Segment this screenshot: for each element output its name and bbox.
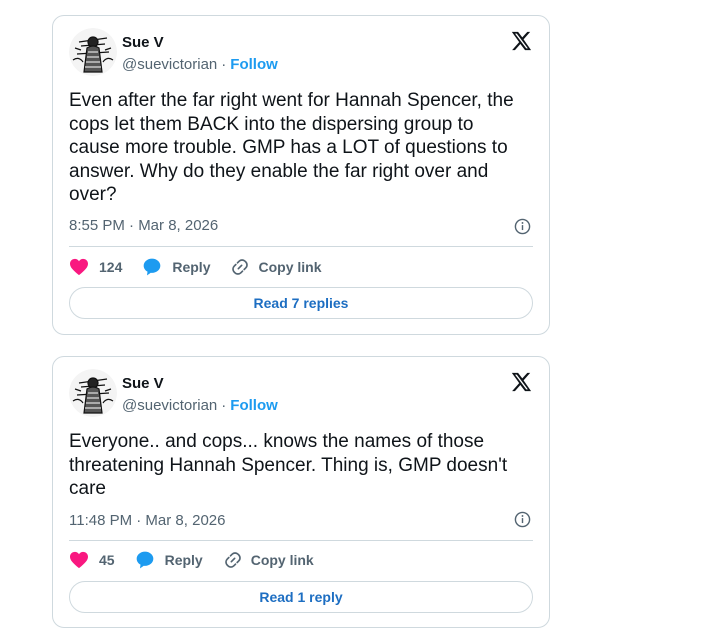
tweet-card[interactable]: Sue V @suevictorian · Follow Everyone.. an… xyxy=(52,356,550,628)
link-icon xyxy=(232,259,249,275)
heart-icon xyxy=(70,258,88,276)
x-logo-icon[interactable] xyxy=(510,371,532,393)
avatar[interactable] xyxy=(69,369,117,417)
reply-button[interactable]: Reply xyxy=(142,257,210,277)
follow-link[interactable]: Follow xyxy=(230,397,278,414)
separator: · xyxy=(221,397,227,414)
follow-link[interactable]: Follow xyxy=(230,56,278,73)
divider xyxy=(69,540,533,541)
reply-bubble-icon xyxy=(136,551,153,569)
author-name[interactable]: Sue V xyxy=(122,33,164,53)
tweet-timestamp[interactable]: 11:48 PM · Mar 8, 2026 xyxy=(69,511,225,531)
copy-link-button[interactable]: Copy link xyxy=(223,550,314,570)
info-icon[interactable] xyxy=(514,218,531,235)
separator: · xyxy=(221,56,227,73)
like-count: 45 xyxy=(99,552,115,568)
reply-bubble-icon xyxy=(144,258,161,276)
copy-link-label: Copy link xyxy=(258,259,322,275)
read-replies-button[interactable]: Read 1 reply xyxy=(69,581,533,613)
info-icon[interactable] xyxy=(514,511,531,528)
divider xyxy=(69,246,533,247)
avatar[interactable] xyxy=(69,28,117,76)
heart-icon xyxy=(70,551,88,569)
handle-row: @suevictorian · Follow xyxy=(122,55,278,75)
read-replies-button[interactable]: Read 7 replies xyxy=(69,287,533,319)
x-logo-icon[interactable] xyxy=(510,30,532,52)
like-button[interactable]: 45 xyxy=(69,551,115,569)
copy-link-label: Copy link xyxy=(250,552,314,568)
reply-label: Reply xyxy=(164,552,203,568)
reply-button[interactable]: Reply xyxy=(135,550,203,570)
link-icon xyxy=(224,552,241,568)
like-button[interactable]: 124 xyxy=(69,258,122,276)
author-handle[interactable]: @suevictorian xyxy=(122,56,217,73)
action-bar: 124 Reply Copy link xyxy=(69,257,342,277)
author-handle[interactable]: @suevictorian xyxy=(122,397,217,414)
tweet-card[interactable]: Sue V @suevictorian · Follow Even after th… xyxy=(52,15,550,335)
tweet-text: Everyone.. and cops... knows the names o… xyxy=(69,431,508,499)
tweet-text: Even after the far right went for Hannah… xyxy=(69,90,514,205)
copy-link-button[interactable]: Copy link xyxy=(230,257,322,277)
handle-row: @suevictorian · Follow xyxy=(122,396,278,416)
tweet-timestamp[interactable]: 8:55 PM · Mar 8, 2026 xyxy=(69,216,218,236)
reply-label: Reply xyxy=(172,259,211,275)
action-bar: 45 Reply Copy link xyxy=(69,550,334,570)
like-count: 124 xyxy=(99,259,123,275)
author-name[interactable]: Sue V xyxy=(122,374,164,394)
